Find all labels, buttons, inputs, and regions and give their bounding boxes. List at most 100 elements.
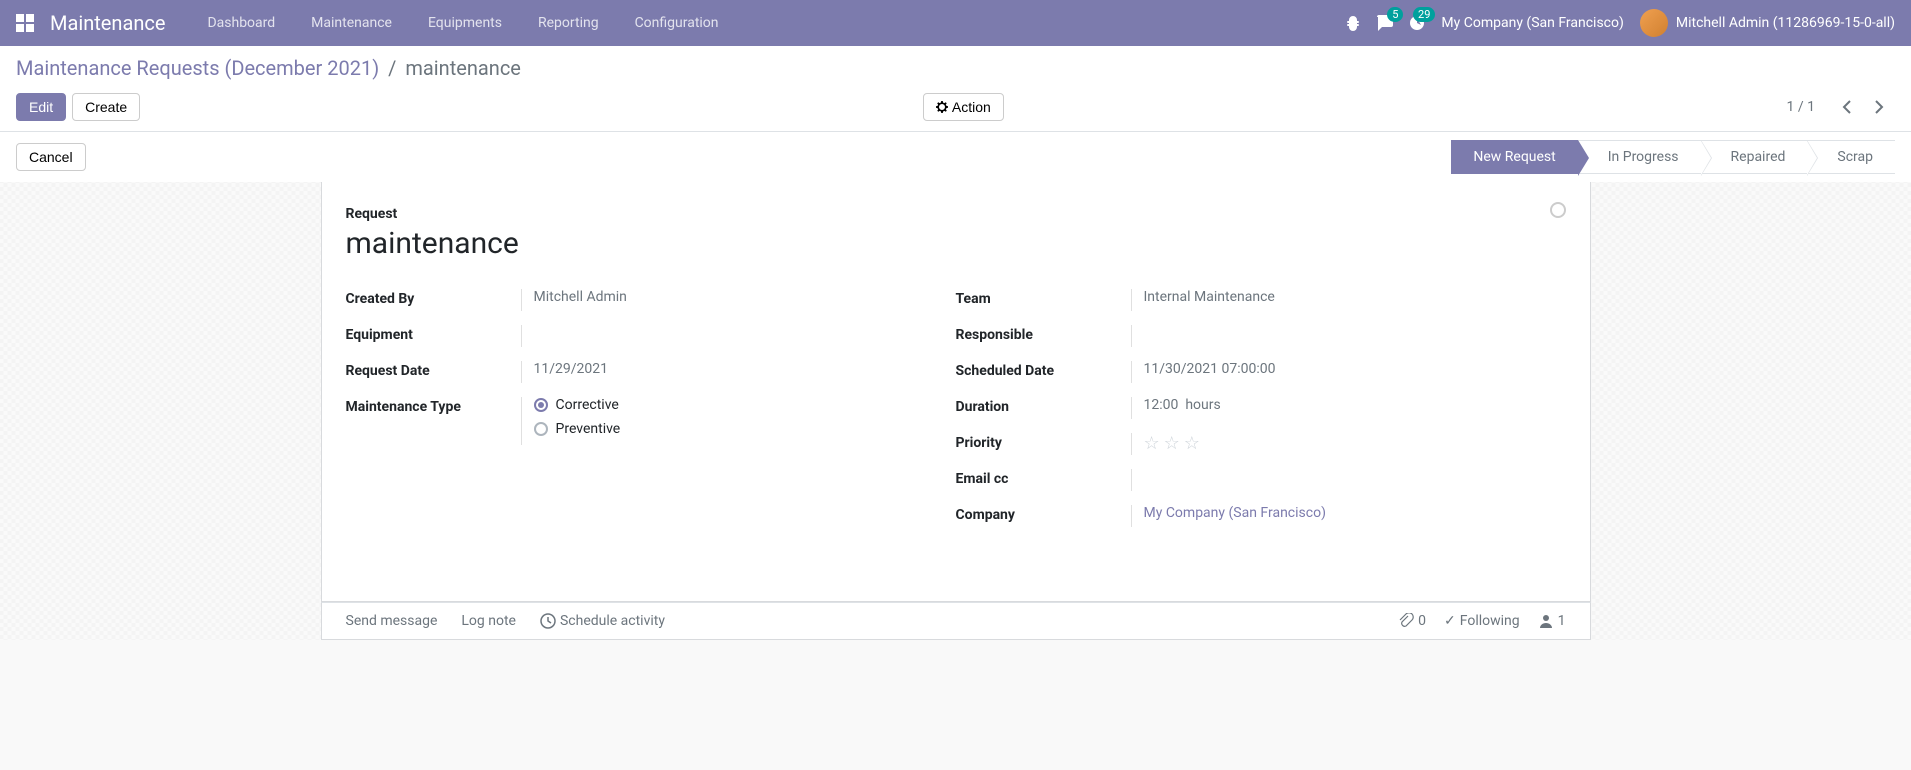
request-label: Request — [346, 206, 1566, 222]
responsible-value — [1131, 325, 1566, 347]
status-repaired[interactable]: Repaired — [1701, 140, 1808, 174]
company-switcher[interactable]: My Company (San Francisco) — [1441, 15, 1623, 31]
responsible-label: Responsible — [956, 325, 1131, 343]
statusbar-row: Cancel New Request In Progress Repaired … — [0, 131, 1911, 182]
chatter: Send message Log note Schedule activity … — [321, 602, 1591, 640]
toolbar-right: 1 / 1 — [1787, 92, 1895, 121]
field-priority: Priority ☆ ☆ ☆ — [956, 433, 1566, 455]
nav-maintenance[interactable]: Maintenance — [293, 3, 410, 43]
breadcrumb-row: Maintenance Requests (December 2021) / m… — [0, 46, 1911, 86]
send-message-button[interactable]: Send message — [346, 613, 438, 629]
scheduled-date-value: 11/30/2021 07:00:00 — [1131, 361, 1566, 383]
star-icon[interactable]: ☆ — [1164, 433, 1180, 454]
gear-icon — [936, 101, 948, 113]
attachments-button[interactable]: 0 — [1398, 613, 1426, 629]
nav-reporting[interactable]: Reporting — [520, 3, 617, 43]
user-menu[interactable]: Mitchell Admin (11286969-15-0-all) — [1640, 9, 1895, 37]
team-value: Internal Maintenance — [1131, 289, 1566, 311]
created-by-value: Mitchell Admin — [521, 289, 956, 311]
check-icon: ✓ — [1444, 613, 1456, 629]
chevron-left-icon — [1839, 99, 1855, 115]
toolbar-center: Action — [140, 93, 1786, 121]
activities-icon[interactable]: 29 — [1409, 15, 1425, 31]
create-button[interactable]: Create — [72, 93, 140, 121]
chatter-right: 0 ✓ Following 1 — [1398, 613, 1565, 629]
app-brand[interactable]: Maintenance — [50, 11, 165, 35]
action-label: Action — [952, 99, 991, 115]
field-responsible: Responsible — [956, 325, 1566, 347]
field-team: Team Internal Maintenance — [956, 289, 1566, 311]
debug-icon[interactable] — [1345, 15, 1361, 31]
schedule-activity-label: Schedule activity — [560, 613, 665, 629]
radio-icon — [534, 422, 548, 436]
edit-button[interactable]: Edit — [16, 93, 66, 121]
breadcrumb-sep: / — [388, 56, 396, 80]
maintenance-type-value: Corrective Preventive — [521, 397, 956, 445]
team-label: Team — [956, 289, 1131, 307]
field-equipment: Equipment — [346, 325, 956, 347]
equipment-label: Equipment — [346, 325, 521, 343]
priority-value: ☆ ☆ ☆ — [1131, 433, 1566, 455]
kanban-state-button[interactable] — [1550, 202, 1566, 218]
pager-next[interactable] — [1863, 92, 1895, 121]
email-cc-label: Email cc — [956, 469, 1131, 487]
paperclip-icon — [1398, 613, 1414, 629]
nav-dashboard[interactable]: Dashboard — [189, 3, 293, 43]
star-icon[interactable]: ☆ — [1144, 433, 1160, 454]
messages-icon[interactable]: 5 — [1377, 15, 1393, 31]
following-button[interactable]: ✓ Following — [1444, 613, 1520, 629]
duration-number: 12:00 — [1144, 397, 1179, 413]
status-new-request[interactable]: New Request — [1451, 140, 1577, 174]
breadcrumb: Maintenance Requests (December 2021) / m… — [16, 56, 1895, 80]
radio-icon — [534, 398, 548, 412]
navbar-left: Maintenance Dashboard Maintenance Equipm… — [16, 3, 737, 43]
radio-corrective-label: Corrective — [556, 397, 619, 413]
equipment-value — [521, 325, 956, 347]
main-navbar: Maintenance Dashboard Maintenance Equipm… — [0, 0, 1911, 46]
field-duration: Duration 12:00 hours — [956, 397, 1566, 419]
cancel-button[interactable]: Cancel — [16, 143, 86, 171]
nav-menu: Dashboard Maintenance Equipments Reporti… — [189, 3, 736, 43]
status-in-progress[interactable]: In Progress — [1578, 140, 1701, 174]
created-by-label: Created By — [346, 289, 521, 307]
activities-badge: 29 — [1413, 7, 1435, 22]
apps-icon[interactable] — [16, 14, 34, 32]
attach-count: 0 — [1418, 613, 1426, 629]
nav-configuration[interactable]: Configuration — [617, 3, 737, 43]
radio-preventive[interactable]: Preventive — [534, 421, 956, 437]
navbar-right: 5 29 My Company (San Francisco) Mitchell… — [1345, 9, 1895, 37]
chevron-right-icon — [1871, 99, 1887, 115]
statusbar: New Request In Progress Repaired Scrap — [1451, 140, 1895, 174]
email-cc-value — [1131, 469, 1566, 491]
action-button[interactable]: Action — [923, 93, 1004, 121]
field-request-date: Request Date 11/29/2021 — [346, 361, 956, 383]
log-note-button[interactable]: Log note — [461, 613, 516, 629]
field-created-by: Created By Mitchell Admin — [346, 289, 956, 311]
pager-arrows — [1831, 92, 1895, 121]
field-company: Company My Company (San Francisco) — [956, 505, 1566, 527]
priority-label: Priority — [956, 433, 1131, 451]
request-date-label: Request Date — [346, 361, 521, 379]
clock-icon — [540, 613, 556, 629]
field-email-cc: Email cc — [956, 469, 1566, 491]
followers-count: 1 — [1558, 613, 1566, 629]
toolbar-left: Edit Create — [16, 93, 140, 121]
form-columns: Created By Mitchell Admin Equipment Requ… — [346, 289, 1566, 541]
star-icon[interactable]: ☆ — [1184, 433, 1200, 454]
company-label: Company — [956, 505, 1131, 523]
scheduled-date-label: Scheduled Date — [956, 361, 1131, 379]
priority-stars: ☆ ☆ ☆ — [1144, 433, 1566, 454]
schedule-activity-button[interactable]: Schedule activity — [540, 613, 665, 629]
status-scrap[interactable]: Scrap — [1807, 140, 1895, 174]
pager-prev[interactable] — [1831, 92, 1863, 121]
followers-button[interactable]: 1 — [1538, 613, 1566, 629]
breadcrumb-parent[interactable]: Maintenance Requests (December 2021) — [16, 56, 379, 80]
company-link[interactable]: My Company (San Francisco) — [1144, 505, 1326, 521]
duration-label: Duration — [956, 397, 1131, 415]
nav-equipments[interactable]: Equipments — [410, 3, 520, 43]
request-title: maintenance — [346, 226, 1566, 261]
maintenance-type-label: Maintenance Type — [346, 397, 521, 415]
pager-text: 1 / 1 — [1787, 99, 1815, 115]
form-col-left: Created By Mitchell Admin Equipment Requ… — [346, 289, 956, 541]
radio-corrective[interactable]: Corrective — [534, 397, 956, 413]
